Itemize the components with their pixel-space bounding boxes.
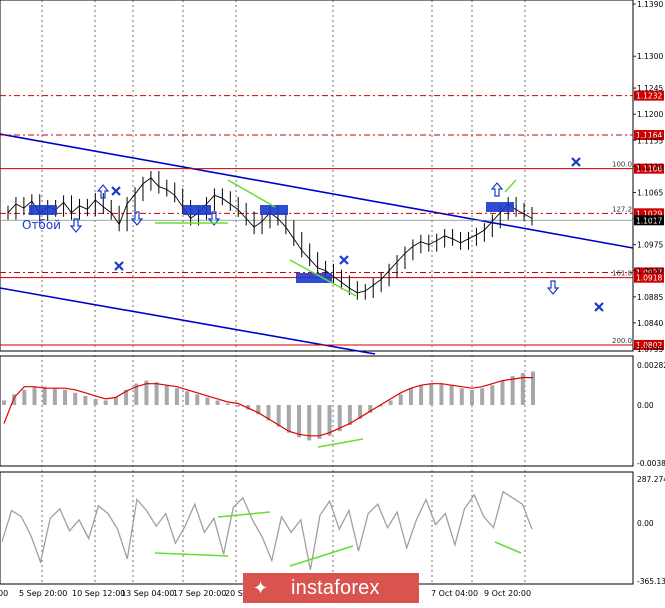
macd-hist-bar xyxy=(225,403,230,405)
price-tick-label: 1.1110 xyxy=(637,162,663,171)
macd-hist-bar xyxy=(408,388,413,405)
time-tick-label: 10 Sep 12:00 xyxy=(72,589,125,598)
price-tick-label: 1.0885 xyxy=(637,293,663,302)
macd-hist-bar xyxy=(93,398,98,405)
price-tick-label: 1.0795 xyxy=(637,345,663,354)
price-tick-label: 1.1245 xyxy=(637,84,663,93)
cci-tick-label: 0.00 xyxy=(637,519,654,528)
macd-hist-bar xyxy=(429,383,434,405)
macd-hist-bar xyxy=(398,394,403,405)
macd-hist-bar xyxy=(113,397,118,405)
cci-tick-label: 287.2748 xyxy=(637,475,665,484)
cci-tick-label: -365.130 xyxy=(637,577,665,586)
macd-hist-bar xyxy=(63,389,68,405)
price-tick-label: 1.1020 xyxy=(637,215,663,224)
price-tick-label: 1.1300 xyxy=(637,52,663,61)
macd-hist-bar xyxy=(500,380,505,405)
macd-tick-label: -0.00383 xyxy=(637,459,665,468)
level-marker-box-4 xyxy=(486,202,514,212)
level-marker-box-0 xyxy=(29,205,57,215)
macd-hist-bar xyxy=(419,385,424,405)
eurusd-chart: 100.0 127.2 161.8 200.0 1.1232 1.1164 1.1106 1… xyxy=(0,0,665,604)
macd-hist-bar xyxy=(235,405,240,407)
level-marker-box-3 xyxy=(296,273,332,283)
macd-hist-bar xyxy=(195,394,200,405)
macd-hist-bar xyxy=(388,400,393,405)
macd-hist-bar xyxy=(215,400,220,405)
macd-hist-bar xyxy=(317,405,322,439)
fib-label-127.2: 127.2 xyxy=(612,205,632,213)
fib-label-100.0: 100.0 xyxy=(612,161,632,169)
macd-hist-bar xyxy=(459,388,464,405)
watermark-text: instaforex xyxy=(291,577,380,599)
macd-hist-bar xyxy=(174,388,179,405)
macd-hist-bar xyxy=(480,388,485,405)
macd-hist-bar xyxy=(103,400,108,405)
time-tick-label-partial: 00 xyxy=(0,589,8,598)
macd-hist-bar xyxy=(297,405,302,438)
chart-canvas: 100.0127.2161.8200.0 1.12321.11641.11061… xyxy=(0,0,665,598)
macd-hist-bar xyxy=(73,392,78,405)
cci-panel xyxy=(0,471,634,585)
level-marker-box-1 xyxy=(183,205,211,215)
macd-hist-bar xyxy=(2,400,6,405)
macd-hist-bar xyxy=(276,405,281,427)
macd-hist-bar xyxy=(22,389,27,405)
fib-label-200.0: 200.0 xyxy=(612,337,632,345)
macd-hist-bar xyxy=(42,386,47,405)
instaforex-logo-icon: ✦ xyxy=(253,578,269,598)
price-tick-label: 1.1390 xyxy=(637,0,663,9)
price-tick-label: 1.0840 xyxy=(637,319,663,328)
price-tick-label: 1.0930 xyxy=(637,267,663,276)
macd-hist-bar xyxy=(154,382,159,405)
time-tick-label: 7 Oct 04:00 xyxy=(431,589,478,598)
macd-hist-bar xyxy=(449,385,454,405)
macd-hist-bar xyxy=(164,385,169,405)
fib-label-161.8: 161.8 xyxy=(612,270,632,278)
macd-tick-label: 0.00282 xyxy=(637,361,665,370)
macd-hist-bar xyxy=(469,389,474,405)
time-tick-label: 9 Oct 20:00 xyxy=(484,589,531,598)
macd-hist-bar xyxy=(510,376,515,405)
macd-hist-bar xyxy=(205,397,210,405)
macd-hist-bar xyxy=(286,405,291,433)
macd-hist-bar xyxy=(185,391,190,405)
annotation-otboi: Отбой xyxy=(22,218,61,232)
price-tick-label: 1.1155 xyxy=(637,136,663,145)
macd-hist-bar xyxy=(531,371,535,405)
price-tick-label: 1.1200 xyxy=(637,110,663,119)
price-tick-label: 1.0975 xyxy=(637,241,663,250)
macd-tick-label: 0.00 xyxy=(637,401,654,410)
time-tick-label: 13 Sep 04:00 xyxy=(121,589,174,598)
price-tick-label: 1.1065 xyxy=(637,188,663,197)
macd-hist-bar xyxy=(490,385,495,405)
macd-hist-bar xyxy=(83,395,88,405)
time-tick-label: 17 Sep 20:00 xyxy=(173,589,226,598)
macd-hist-bar xyxy=(327,405,332,436)
macd-hist-bar xyxy=(439,383,444,405)
macd-hist-bar xyxy=(32,386,37,405)
macd-hist-bar xyxy=(52,388,57,405)
instaforex-watermark: ✦ instaforex xyxy=(243,573,419,603)
time-tick-label: 5 Sep 20:00 xyxy=(19,589,67,598)
